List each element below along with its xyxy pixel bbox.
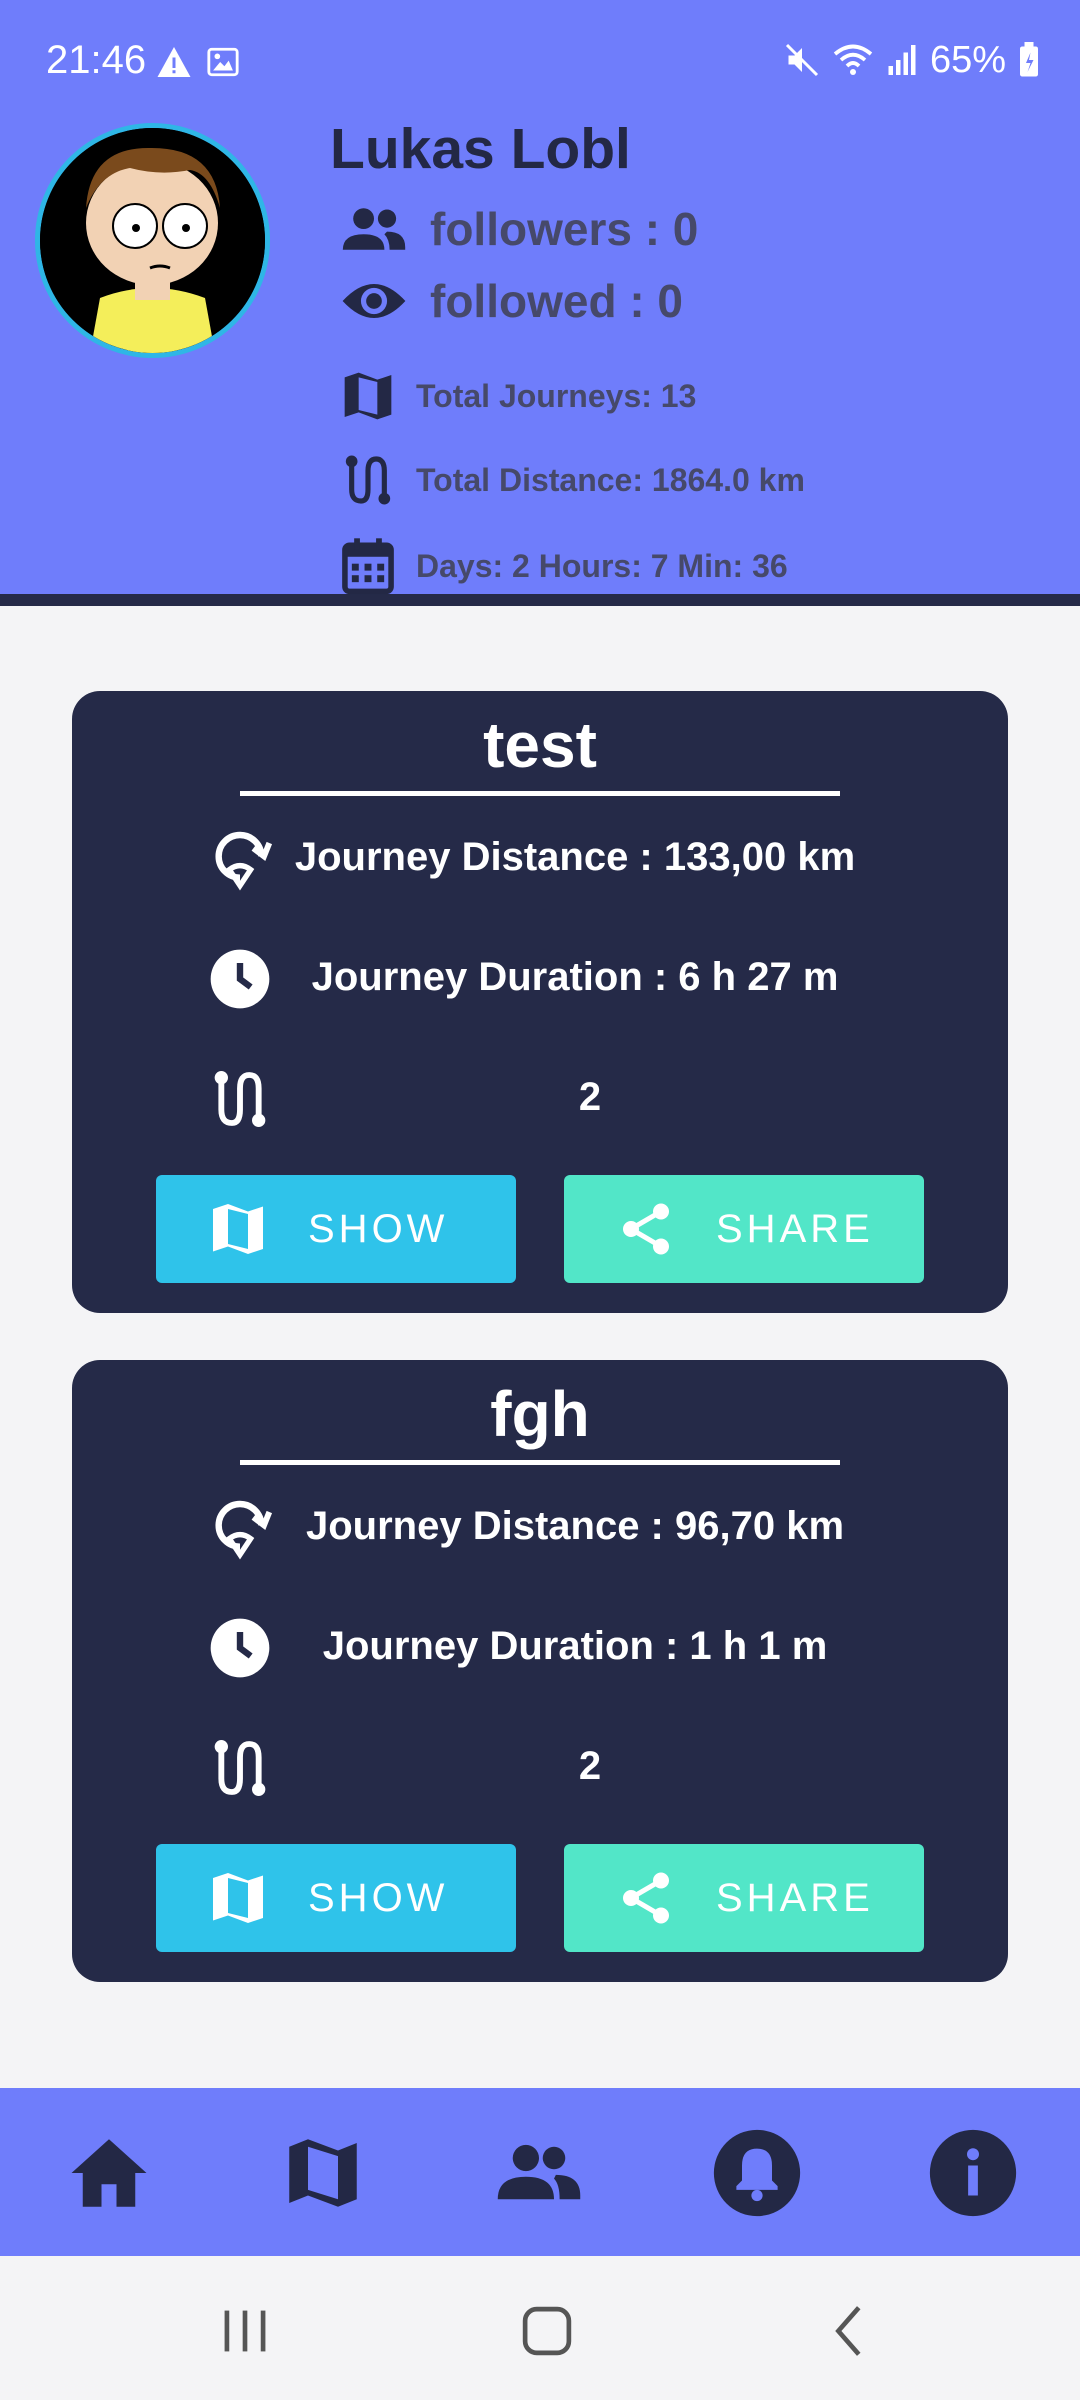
map-icon bbox=[213, 1204, 263, 1254]
map-icon bbox=[344, 372, 392, 420]
recent-apps-icon bbox=[224, 2310, 266, 2352]
total-time: Days: 2 Hours: 7 Min: 36 bbox=[416, 547, 788, 584]
mute-icon bbox=[785, 43, 818, 77]
journey-distance-row: Journey Distance : 96,70 km bbox=[72, 1486, 1008, 1566]
profile-name: Lukas Lobl bbox=[330, 117, 631, 181]
status-bar: 21:46 65% bbox=[0, 0, 1080, 88]
status-time: 21:46 bbox=[46, 38, 147, 82]
followed-stat[interactable]: followed : 0 bbox=[340, 274, 683, 328]
total-time-stat: Days: 2 Hours: 7 Min: 36 bbox=[340, 536, 788, 596]
title-divider bbox=[240, 1460, 840, 1465]
share-button[interactable]: SHARE bbox=[564, 1175, 924, 1283]
journey-duration: Journey Duration : 6 h 27 m bbox=[311, 955, 839, 999]
calendar-icon bbox=[342, 538, 394, 595]
avatar-image bbox=[40, 128, 265, 353]
signal-icon bbox=[888, 45, 916, 75]
show-button-label: SHOW bbox=[308, 1875, 449, 1920]
show-button-label: SHOW bbox=[308, 1206, 449, 1251]
recent-apps-button[interactable] bbox=[210, 2296, 280, 2366]
bell-icon bbox=[713, 2129, 801, 2217]
bottom-nav bbox=[0, 2088, 1080, 2256]
home-square-icon bbox=[522, 2306, 572, 2356]
nav-people[interactable] bbox=[494, 2128, 584, 2218]
journey-duration-row: Journey Duration : 1 h 1 m bbox=[72, 1606, 1008, 1686]
show-button[interactable]: SHOW bbox=[156, 1844, 516, 1952]
journey-title: fgh bbox=[490, 1378, 590, 1450]
people-icon bbox=[497, 2144, 581, 2200]
map-icon bbox=[213, 1873, 263, 1923]
info-icon bbox=[929, 2129, 1017, 2217]
show-button[interactable]: SHOW bbox=[156, 1175, 516, 1283]
share-icon bbox=[623, 1872, 669, 1924]
nav-notifications[interactable] bbox=[712, 2128, 802, 2218]
profile-header: Lukas Lobl followers : 0 followed : 0 To… bbox=[0, 88, 1080, 606]
map-icon bbox=[289, 2139, 357, 2207]
journey-stops-row: 2 bbox=[72, 1057, 1008, 1137]
journey-distance: Journey Distance : 133,00 km bbox=[294, 835, 856, 879]
avatar[interactable] bbox=[35, 123, 270, 358]
home-icon bbox=[71, 2139, 147, 2207]
back-chevron-icon bbox=[835, 2306, 861, 2356]
followers-stat[interactable]: followers : 0 bbox=[340, 202, 698, 256]
journey-stops: 2 bbox=[578, 1744, 602, 1788]
warning-icon bbox=[157, 47, 191, 77]
battery-percent: 65% bbox=[929, 38, 1006, 81]
nav-map[interactable] bbox=[278, 2128, 368, 2218]
home-system-button[interactable] bbox=[512, 2296, 582, 2366]
nav-home[interactable] bbox=[64, 2128, 154, 2218]
journey-duration: Journey Duration : 1 h 1 m bbox=[322, 1624, 828, 1668]
journey-stops-row: 2 bbox=[72, 1726, 1008, 1806]
people-icon bbox=[342, 208, 406, 250]
total-distance: Total Distance: 1864.0 km bbox=[416, 461, 805, 498]
total-journeys-stat: Total Journeys: 13 bbox=[340, 368, 696, 424]
battery-icon bbox=[1020, 42, 1038, 77]
total-distance-stat: Total Distance: 1864.0 km bbox=[340, 452, 805, 508]
back-button[interactable] bbox=[815, 2296, 885, 2366]
share-button-label: SHARE bbox=[716, 1206, 874, 1251]
journey-card: fgh Journey Distance : 96,70 km Journey … bbox=[72, 1360, 1008, 1982]
nav-info[interactable] bbox=[928, 2128, 1018, 2218]
total-journeys: Total Journeys: 13 bbox=[416, 377, 697, 414]
followers-count: followers : 0 bbox=[430, 203, 699, 255]
share-icon bbox=[623, 1203, 669, 1255]
eye-icon bbox=[342, 284, 406, 318]
followed-count: followed : 0 bbox=[430, 275, 683, 327]
journey-duration-row: Journey Duration : 6 h 27 m bbox=[72, 937, 1008, 1017]
share-button[interactable]: SHARE bbox=[564, 1844, 924, 1952]
journey-card: test Journey Distance : 133,00 km Journe… bbox=[72, 691, 1008, 1313]
share-button-label: SHARE bbox=[716, 1875, 874, 1920]
journey-distance: Journey Distance : 96,70 km bbox=[305, 1504, 845, 1548]
journey-stops: 2 bbox=[578, 1075, 602, 1119]
wifi-icon bbox=[833, 44, 873, 75]
journey-distance-row: Journey Distance : 133,00 km bbox=[72, 817, 1008, 897]
route-icon bbox=[345, 455, 391, 505]
system-nav-bar bbox=[0, 2256, 1080, 2400]
image-icon bbox=[207, 47, 239, 77]
journey-title: test bbox=[483, 709, 597, 781]
title-divider bbox=[240, 791, 840, 796]
